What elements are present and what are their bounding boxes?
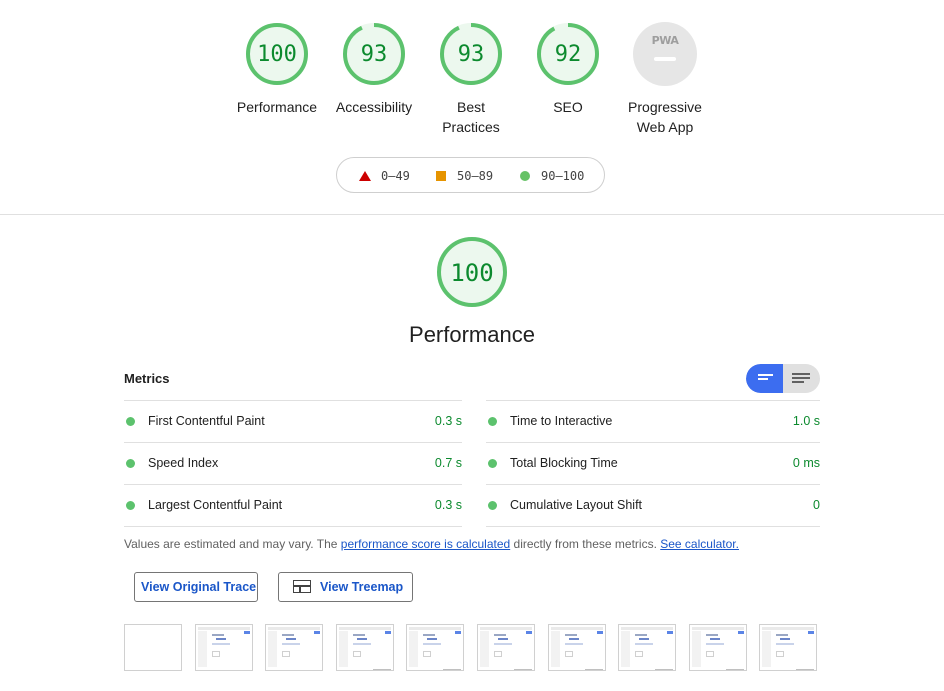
treemap-icon	[293, 580, 311, 593]
filmstrip-frame	[688, 624, 747, 671]
filmstrip-frame	[618, 624, 677, 671]
gauge-performance[interactable]: 100 Performance	[227, 22, 327, 117]
pass-dot-icon	[488, 459, 497, 468]
gauge-score: 93	[360, 42, 388, 67]
metric-row: Cumulative Layout Shift 0	[486, 484, 820, 527]
metric-row: Speed Index 0.7 s	[124, 442, 462, 484]
gauge-label-line: Web App	[636, 119, 694, 135]
gauge-score: 92	[554, 42, 582, 67]
note-prefix: Values are estimated and may vary. The	[124, 537, 341, 551]
circle-icon	[520, 171, 530, 181]
category-gauges: 100 Performance 93 Accessibility 93 Best…	[0, 22, 944, 142]
filmstrip-frame	[406, 624, 465, 671]
performance-title: Performance	[409, 322, 535, 347]
performance-gauge: 100	[436, 236, 508, 308]
metric-row: Total Blocking Time 0 ms	[486, 442, 820, 484]
filmstrip-frame	[124, 624, 182, 671]
filmstrip-frame	[194, 624, 253, 671]
gauge-score: 93	[457, 42, 485, 67]
pwa-dash-icon	[654, 57, 676, 61]
filmstrip-frame	[759, 624, 818, 671]
metric-name: Total Blocking Time	[510, 456, 618, 470]
gauge-best-practices[interactable]: 93 Best Practices	[421, 22, 521, 137]
legend-pass-range: 90–100	[541, 169, 585, 183]
gauge-label: Performance	[236, 99, 318, 115]
pass-dot-icon	[488, 417, 497, 426]
metric-name: Cumulative Layout Shift	[510, 498, 643, 512]
note-middle: directly from these metrics.	[510, 537, 661, 551]
pwa-badge-text: PWA	[651, 34, 679, 47]
gauge-label-line: Progressive	[628, 99, 702, 115]
score-calculation-link[interactable]: performance score is calculated	[341, 537, 510, 551]
view-treemap-button[interactable]: View Treemap	[278, 572, 413, 602]
metric-value: 0.3 s	[434, 414, 462, 428]
view-original-trace-button[interactable]: View Original Trace	[134, 572, 258, 602]
lines-icon-bar	[758, 378, 768, 380]
metrics-column-right: Time to Interactive 1.0 s Total Blocking…	[486, 400, 820, 527]
toggle-expanded-view[interactable]	[783, 364, 820, 393]
metric-name: First Contentful Paint	[148, 414, 265, 428]
list-icon	[792, 373, 810, 375]
filmstrip-frame	[547, 624, 606, 671]
filmstrip	[124, 624, 824, 674]
section-divider	[0, 214, 944, 215]
filmstrip-frame	[335, 624, 394, 671]
metrics-heading: Metrics	[124, 371, 170, 386]
metric-value: 0	[813, 498, 820, 512]
gauge-accessibility[interactable]: 93 Accessibility	[324, 22, 424, 117]
gauge-label-line: Best	[456, 99, 485, 115]
triangle-icon	[359, 171, 371, 181]
metrics-column-left: First Contentful Paint 0.3 s Speed Index…	[124, 400, 462, 527]
view-treemap-label: View Treemap	[320, 580, 404, 594]
pwa-badge: PWA	[633, 22, 697, 86]
legend-fail-range: 0–49	[381, 169, 410, 183]
pass-dot-icon	[126, 501, 135, 510]
metric-value: 1.0 s	[792, 414, 820, 428]
lines-icon	[758, 374, 773, 376]
gauge-label: Progressive Web App	[615, 97, 715, 137]
metrics-note: Values are estimated and may vary. The p…	[124, 537, 739, 551]
gauge-label: Best Practices	[421, 97, 521, 137]
metric-name: Time to Interactive	[510, 414, 613, 428]
list-icon-bar	[792, 377, 810, 379]
metric-name: Largest Contentful Paint	[148, 498, 283, 512]
gauge-label: Accessibility	[335, 99, 413, 115]
gauge-label-line: Practices	[442, 119, 500, 135]
legend-average-range: 50–89	[457, 169, 494, 183]
gauge-pwa[interactable]: PWA Progressive Web App	[615, 22, 715, 137]
calculator-link[interactable]: See calculator.	[660, 537, 739, 551]
pass-dot-icon	[488, 501, 497, 510]
metric-row: Largest Contentful Paint 0.3 s	[124, 484, 462, 527]
pass-dot-icon	[126, 459, 135, 468]
pass-dot-icon	[126, 417, 135, 426]
gauge-score: 100	[257, 42, 297, 67]
metric-row: Time to Interactive 1.0 s	[486, 400, 820, 442]
metric-value: 0.7 s	[434, 456, 462, 470]
list-icon-bar	[792, 381, 804, 383]
gauge-label: SEO	[553, 99, 583, 115]
filmstrip-frame	[477, 624, 535, 671]
gauge-seo[interactable]: 92 SEO	[518, 22, 618, 117]
performance-score: 100	[450, 259, 494, 287]
metric-name: Speed Index	[148, 456, 219, 470]
toggle-compact-view[interactable]	[746, 364, 783, 393]
metric-value: 0.3 s	[434, 498, 462, 512]
square-icon	[436, 171, 446, 181]
metric-row: First Contentful Paint 0.3 s	[124, 400, 462, 442]
metrics-view-toggle[interactable]	[746, 364, 820, 393]
filmstrip-frame	[265, 624, 324, 671]
score-legend: 0–49 50–89 90–100	[336, 157, 605, 193]
metric-value: 0 ms	[792, 456, 820, 470]
